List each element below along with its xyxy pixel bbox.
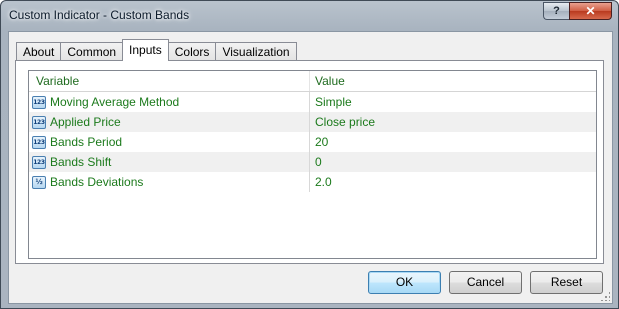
value-cell[interactable]: 0 xyxy=(310,152,596,172)
variable-cell: 123 Bands Period xyxy=(29,132,310,152)
table-row[interactable]: 123 Bands Period 20 xyxy=(29,132,596,152)
window-title: Custom Indicator - Custom Bands xyxy=(9,8,190,22)
dialog-client: About Common Inputs Colors Visualization… xyxy=(8,31,613,304)
integer-type-icon: 123 xyxy=(32,155,46,169)
ok-button[interactable]: OK xyxy=(368,271,441,294)
tab-colors[interactable]: Colors xyxy=(167,42,217,61)
integer-type-icon: 123 xyxy=(32,135,46,149)
value-cell[interactable]: Simple xyxy=(310,92,596,112)
tab-visualization[interactable]: Visualization xyxy=(215,42,297,61)
double-type-icon: ½ xyxy=(32,175,46,189)
tab-inputs[interactable]: Inputs xyxy=(122,39,169,61)
table-row[interactable]: 123 Bands Shift 0 xyxy=(29,152,596,172)
dialog-window: Custom Indicator - Custom Bands ? ✕ Abou… xyxy=(0,0,619,309)
value-cell[interactable]: 2.0 xyxy=(310,172,596,192)
close-button[interactable]: ✕ xyxy=(569,2,612,20)
tab-about[interactable]: About xyxy=(16,42,62,61)
variable-cell: 123 Applied Price xyxy=(29,112,310,132)
table-row[interactable]: ½ Bands Deviations 2.0 xyxy=(29,172,596,192)
variable-cell: 123 Moving Average Method xyxy=(29,92,310,112)
inputs-table: Variable Value 123 Moving Average Method… xyxy=(28,70,597,259)
tab-strip: About Common Inputs Colors Visualization xyxy=(16,39,297,61)
reset-button[interactable]: Reset xyxy=(530,271,603,294)
cancel-button[interactable]: Cancel xyxy=(449,271,522,294)
value-cell[interactable]: Close price xyxy=(310,112,596,132)
title-buttons: ? ✕ xyxy=(543,2,612,20)
variable-name: Bands Deviations xyxy=(50,174,144,189)
variable-cell: 123 Bands Shift xyxy=(29,152,310,172)
variable-name: Moving Average Method xyxy=(50,94,180,109)
integer-type-icon: 123 xyxy=(32,115,46,129)
help-button[interactable]: ? xyxy=(543,2,569,20)
variable-name: Applied Price xyxy=(50,114,121,129)
column-header-value[interactable]: Value xyxy=(310,71,596,91)
integer-type-icon: 123 xyxy=(32,95,46,109)
variable-name: Bands Shift xyxy=(50,154,112,169)
value-cell[interactable]: 20 xyxy=(310,132,596,152)
table-row[interactable]: 123 Moving Average Method Simple xyxy=(29,92,596,112)
column-header-variable[interactable]: Variable xyxy=(29,71,310,91)
variable-cell: ½ Bands Deviations xyxy=(29,172,310,192)
tab-common[interactable]: Common xyxy=(60,42,124,61)
variable-name: Bands Period xyxy=(50,134,123,149)
inputs-panel: Variable Value 123 Moving Average Method… xyxy=(15,60,604,264)
title-bar[interactable]: Custom Indicator - Custom Bands ? ✕ xyxy=(1,1,618,31)
table-header: Variable Value xyxy=(29,71,596,92)
table-row[interactable]: 123 Applied Price Close price xyxy=(29,112,596,132)
